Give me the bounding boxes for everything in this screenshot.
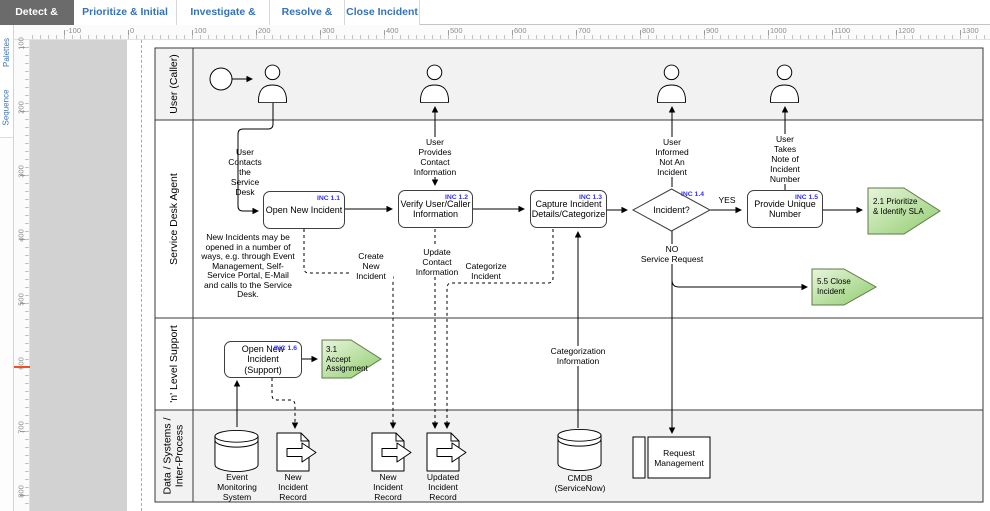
task-capture-incident[interactable]: Capture Incident Details/Categorize INC …: [530, 190, 607, 228]
label-categorize-incident: Categorize Incident: [462, 261, 510, 281]
tab-investigate-diagnose[interactable]: Investigate & Diagnose: [177, 0, 270, 25]
offpage-accept-label: 3.1 Accept Assignment: [326, 345, 378, 374]
lane-label-service-desk-agent: Service Desk Agent: [156, 120, 192, 318]
ruler-h-label: 700: [578, 26, 591, 35]
task-tag: INC 1.5: [795, 193, 818, 204]
tab-close-incident[interactable]: Close Incident: [345, 0, 420, 25]
palette-tab-sequence-label: Sequence: [2, 89, 11, 125]
label-user-provides: User Provides Contact Information: [407, 137, 463, 177]
ruler-v-label: 100: [17, 36, 26, 52]
tab-resolve-recover[interactable]: Resolve & Recover: [270, 0, 345, 25]
palette-strip: Palettes Sequence: [0, 25, 14, 511]
ruler-v-label: 500: [17, 292, 26, 308]
label-updated-record: Updated Incident Record: [420, 472, 466, 502]
ruler-v-label: 600: [17, 356, 26, 372]
lane-label-n-level-support: 'n' Level Support: [156, 318, 192, 410]
offpage-close-label: 5.5 Close Incident: [817, 277, 869, 296]
task-verify-user[interactable]: Verify User/Caller Information INC 1.2: [398, 190, 473, 228]
label-no-service-request: NO Service Request: [635, 244, 709, 264]
palette-tab-sequence[interactable]: Sequence: [0, 77, 13, 138]
process-tab-bar: Detect & Record Prioritize & Initial Sup…: [0, 0, 990, 25]
ruler-h-label: 400: [386, 26, 399, 35]
diagram-editor-window: Detect & Record Prioritize & Initial Sup…: [0, 0, 990, 511]
request-mgmt-label: Request Management: [648, 437, 710, 478]
tab-prioritize-initial-support[interactable]: Prioritize & Initial Support: [74, 0, 177, 25]
page-break-line: [141, 40, 142, 511]
label-new-record-1: New Incident Record: [270, 472, 316, 502]
ruler-h-label: 800: [642, 26, 655, 35]
label-new-record-2: New Incident Record: [365, 472, 411, 502]
task-tag: INC 1.6: [274, 344, 297, 355]
task-provide-unique-number[interactable]: Provide Unique Number INC 1.5: [747, 190, 823, 228]
label-note-new-incidents: New Incidents may be opened in a number …: [201, 233, 295, 300]
label-user-contacts: User Contacts the Service Desk: [216, 147, 274, 197]
label-yes: YES: [714, 195, 740, 205]
ruler-h-label: 1300: [962, 26, 979, 35]
ruler-h-label: 200: [258, 26, 271, 35]
ruler-v-label: 200: [17, 100, 26, 116]
ruler-v-label: 800: [17, 484, 26, 500]
task-tag: INC 1.3: [579, 193, 602, 204]
palette-tab-palettes-label: Palettes: [2, 38, 11, 67]
label-user-informed: User Informed Not An Incident: [644, 137, 700, 177]
ruler-h-label: 100: [194, 26, 207, 35]
horizontal-ruler: -100 0 100 200 300 400 500 600 700 800 9…: [14, 25, 990, 40]
task-tag: INC 1.1: [317, 194, 340, 205]
label-categorization-info: Categorization Information: [546, 346, 610, 366]
ruler-v-label: 700: [17, 420, 26, 436]
label-user-takes-note: User Takes Note of Incident Number: [757, 134, 813, 184]
label-update-contact: Update Contact Information: [411, 247, 463, 277]
task-open-new-incident[interactable]: Open New Incident INC 1.1: [263, 191, 345, 229]
label-cmdb: CMDB (ServiceNow): [551, 473, 609, 493]
ruler-v-label: 300: [17, 164, 26, 180]
label-create-new-incident: Create New Incident: [349, 251, 393, 281]
ruler-h-label: 1000: [770, 26, 787, 35]
lane-label-data-systems: Data / Systems / Inter-Process: [154, 410, 194, 502]
tab-detect-record[interactable]: Detect & Record: [0, 0, 74, 25]
canvas-outside-page: [30, 40, 127, 511]
ruler-h-label: 600: [514, 26, 527, 35]
task-tag: INC 1.2: [445, 193, 468, 204]
offpage-prioritize-label: 2.1 Prioritize & Identify SLA: [873, 197, 933, 216]
ruler-h-label: 1200: [898, 26, 915, 35]
task-open-support[interactable]: Open New Incident (Support) INC 1.6: [224, 341, 302, 378]
task-label: Open New Incident: [266, 205, 343, 216]
ruler-h-label: 0: [130, 26, 134, 35]
ruler-h-label: 900: [706, 26, 719, 35]
ruler-h-label: 300: [322, 26, 335, 35]
label-event-monitoring: Event Monitoring System: [213, 472, 261, 502]
ruler-v-label: 400: [17, 228, 26, 244]
palette-tab-palettes[interactable]: Palettes: [0, 27, 13, 78]
ruler-h-label: 500: [450, 26, 463, 35]
ruler-position-marker: [14, 366, 30, 368]
ruler-h-label: 1100: [834, 26, 850, 35]
vertical-ruler: 100 200 300 400 500 600 700 800: [14, 40, 30, 511]
lane-label-user-caller: User (Caller): [156, 48, 192, 120]
ruler-h-label: -100: [66, 26, 81, 35]
decision-incident-tag: INC 1.4: [674, 191, 704, 198]
